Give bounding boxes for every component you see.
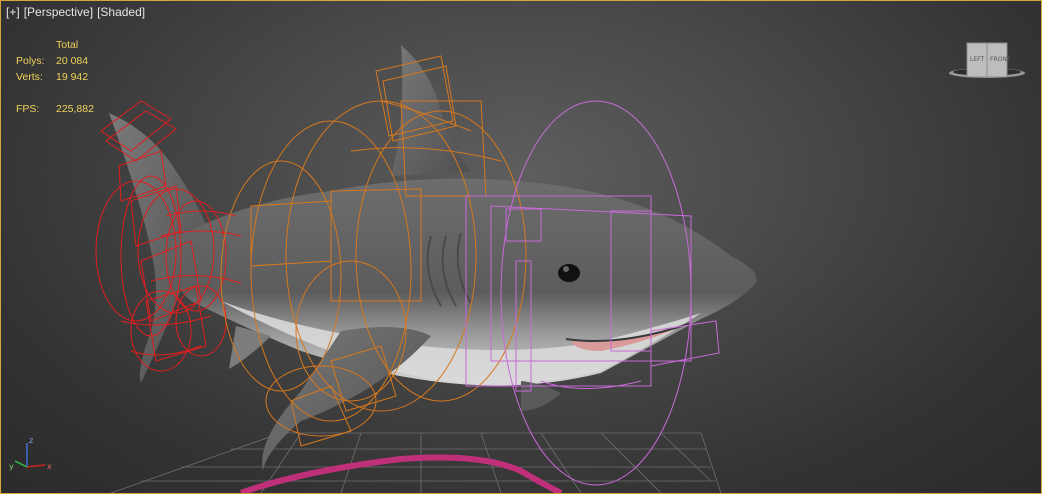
- fps-label: FPS:: [16, 103, 40, 115]
- viewport-menu-perspective[interactable]: [Perspective]: [23, 5, 94, 19]
- viewcube-icon: LEFT FRONT: [949, 42, 1025, 78]
- viewcube-face-left: LEFT: [970, 56, 984, 63]
- viewport-menu-plus[interactable]: [+]: [5, 5, 21, 19]
- shark-model: [109, 45, 757, 471]
- viewport-label: [+] [Perspective] [Shaded]: [5, 5, 146, 19]
- statistics-overlay: Total Polys: 20 084 Verts: 19 942 FPS: 225,…: [16, 37, 94, 117]
- fps-value: 225,882: [56, 103, 94, 115]
- verts-label: Verts:: [16, 71, 43, 83]
- stats-header: Total: [56, 39, 79, 51]
- axis-x-label: x: [47, 462, 52, 471]
- ground-path-curve: [239, 454, 563, 493]
- perspective-viewport[interactable]: LEFT FRONT z x y [+] [Perspective] [Shad…: [0, 0, 1042, 494]
- polys-label: Polys:: [16, 55, 45, 67]
- viewcube-face-front: FRONT: [990, 56, 1011, 63]
- viewport-menu-shading[interactable]: [Shaded]: [96, 5, 146, 19]
- polys-value: 20 084: [56, 55, 89, 67]
- ground-grid: [110, 432, 722, 493]
- scene-canvas[interactable]: LEFT FRONT z x y: [1, 1, 1041, 493]
- axis-y-label: y: [9, 462, 14, 471]
- axis-tripod-icon: z x y: [9, 436, 52, 471]
- axis-z-label: z: [29, 436, 33, 445]
- verts-value: 19 942: [56, 71, 89, 83]
